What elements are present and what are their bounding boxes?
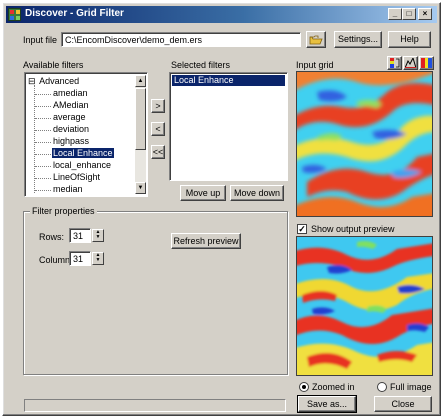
color-bar-icon [390,58,400,68]
move-down-button[interactable]: Move down [230,185,284,201]
clear-filters-button[interactable]: << [151,145,165,159]
tree-connector [35,106,51,107]
input-file-label: Input file [23,35,58,45]
filter-item[interactable]: Local Enhance [52,148,114,159]
folder-open-icon [309,35,323,45]
remove-filter-button[interactable]: < [151,122,165,136]
close-button[interactable]: Close [374,396,432,412]
filter-item-label: local_enhance [53,160,112,170]
filter-item[interactable]: deviation [52,124,90,135]
tree-scrollbar[interactable]: ▲ ▼ [135,75,146,194]
rows-input[interactable]: 31 [69,228,91,243]
tree-connector [35,142,51,143]
tree-expander-icon[interactable]: ⊟ [28,76,36,86]
filter-item[interactable]: highpass [52,136,90,147]
tree-connector [35,118,51,119]
selected-filters-label: Selected filters [171,60,231,70]
input-grid-preview[interactable] [296,71,433,217]
tree-connector [35,190,51,191]
tree-connector [35,154,51,155]
full-image-label: Full image [390,382,432,392]
close-window-button[interactable]: × [418,8,432,20]
show-output-checkbox[interactable]: ✓ [297,224,307,234]
filter-item[interactable]: median [52,184,84,194]
filter-item[interactable]: amedian [52,88,89,99]
status-bar [24,399,286,412]
output-grid-image [297,237,432,375]
histogram-button[interactable] [403,56,418,70]
input-file-value: C:\EncomDiscover\demo_dem.ers [65,35,203,45]
app-icon [8,8,21,21]
filter-item[interactable]: LineOfSight [52,172,101,183]
grid-filter-window: Discover - Grid Filter _ □ × Input file … [2,2,441,416]
input-grid-label: Input grid [296,60,334,70]
tree-connector [35,130,51,131]
filter-item-label: average [53,112,86,122]
filter-item-label: AMedian [53,100,89,110]
scroll-up-icon[interactable]: ▲ [135,75,146,87]
save-as-button[interactable]: Save as... [297,395,357,413]
tree-node-label: Advanced [39,76,80,86]
scroll-thumb[interactable] [135,88,146,150]
color-scheme-button[interactable] [419,56,434,70]
filter-item-label: deviation [53,124,90,134]
title-bar[interactable]: Discover - Grid Filter _ □ × [6,6,437,23]
tree-connector [35,178,51,179]
filter-item[interactable]: AMedian [52,100,90,111]
filter-item-label: amedian [53,88,88,98]
zoomed-in-radio[interactable] [299,382,309,392]
available-filters-label: Available filters [23,60,84,70]
help-button[interactable]: Help [388,31,431,48]
add-filter-button[interactable]: > [151,99,165,113]
refresh-preview-button[interactable]: Refresh preview [171,233,241,249]
output-grid-preview[interactable] [296,236,433,376]
filter-item[interactable]: local_enhance [52,160,112,171]
selected-filters-list[interactable]: Local Enhance [169,72,288,181]
available-filters-tree[interactable]: ⊟ Advanced amedian AMedian average deviatio… [24,72,148,197]
input-grid-image [297,72,432,216]
color-bar-button[interactable] [387,56,402,70]
tree-connector [35,94,51,95]
filter-item[interactable]: average [52,112,87,123]
histogram-icon [405,58,416,68]
tree-node-advanced[interactable]: ⊟ Advanced [28,76,80,87]
rows-stepper[interactable]: ▲ ▼ [92,229,104,242]
settings-button[interactable]: Settings... [334,31,382,48]
window-title: Discover - Grid Filter [25,8,124,19]
maximize-button[interactable]: □ [402,8,416,20]
move-up-button[interactable]: Move up [180,185,226,201]
minimize-button[interactable]: _ [388,8,402,20]
selected-filter-item[interactable]: Local Enhance [172,75,285,86]
browse-file-button[interactable] [306,31,326,48]
scroll-down-icon[interactable]: ▼ [135,182,146,194]
filter-item-label: highpass [53,136,90,146]
filter-item-label: LineOfSight [53,172,101,182]
input-file-field[interactable]: C:\EncomDiscover\demo_dem.ers [61,32,301,47]
rows-label: Rows: [39,232,65,242]
filter-item-label: Local Enhance [52,148,114,158]
columns-value: 31 [73,254,84,264]
tree-viewport: ⊟ Advanced amedian AMedian average deviatio… [27,75,133,194]
zoomed-in-label: Zoomed in [312,382,355,392]
filter-properties-title: Filter properties [30,206,97,216]
show-output-label: Show output preview [311,224,395,234]
tree-connector [35,166,51,167]
columns-stepper[interactable]: ▲ ▼ [92,252,104,265]
rows-value: 31 [73,231,84,241]
columns-input[interactable]: 31 [69,251,91,266]
full-image-radio[interactable] [377,382,387,392]
filter-item-label: median [53,184,83,194]
color-scheme-icon [421,58,432,68]
